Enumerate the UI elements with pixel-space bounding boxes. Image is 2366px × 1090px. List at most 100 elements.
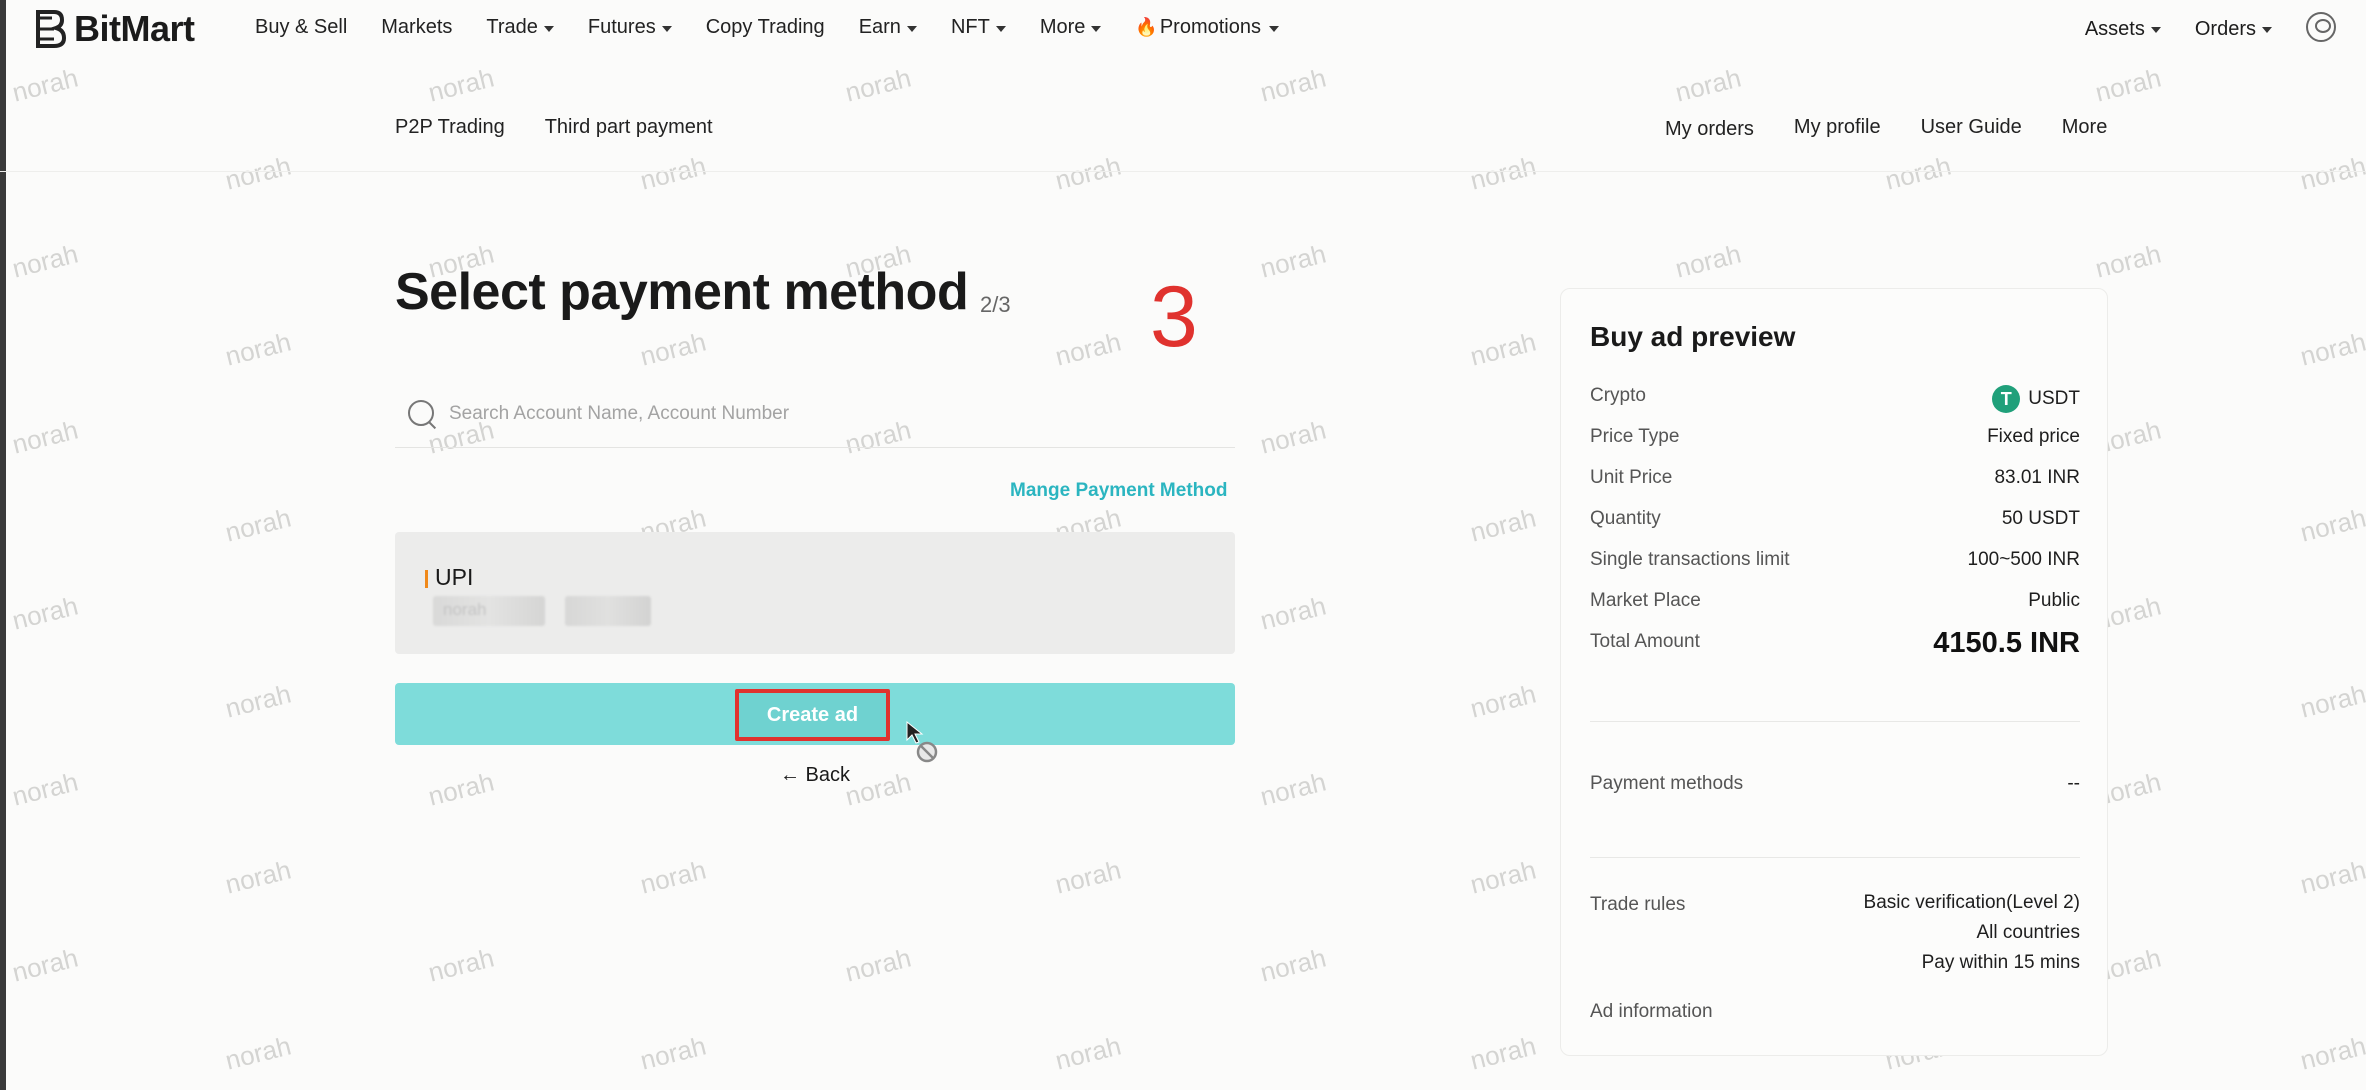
caret-down-icon: [543, 25, 554, 32]
watermark-text: norah: [2297, 326, 2366, 372]
nav-label: Trade: [486, 16, 538, 38]
watermark-text: norah: [1052, 326, 1125, 372]
nav-label: NFT: [950, 16, 990, 38]
nav-label: Buy & Sell: [255, 16, 348, 38]
nav-copy-trading[interactable]: Copy Trading: [706, 16, 825, 39]
user-avatar-icon[interactable]: [2306, 12, 2336, 42]
nav-orders[interactable]: Orders: [2195, 18, 2272, 41]
watermark-text: norah: [1257, 766, 1330, 812]
row-label: Ad information: [1590, 1001, 1713, 1022]
create-ad-bar[interactable]: Create ad: [395, 683, 1235, 745]
nav-label: Earn: [858, 16, 901, 38]
caret-down-icon: [1268, 25, 1279, 32]
nav-assets[interactable]: Assets: [2085, 18, 2161, 41]
nav-earn[interactable]: Earn: [859, 16, 917, 39]
search-icon: [405, 397, 439, 431]
watermark-text: norah: [637, 326, 710, 372]
nav-label: Futures: [587, 16, 656, 38]
row-value: Fixed price: [1987, 426, 2080, 447]
nav-label: Orders: [2194, 17, 2256, 40]
annotation-number: 3: [1150, 269, 1198, 365]
watermark-text: norah: [9, 238, 82, 284]
row-value: --: [2067, 773, 2080, 794]
page-title: Select payment method: [395, 263, 969, 321]
flame-icon: 🔥: [1135, 17, 1158, 37]
trade-rule-line: Pay within 15 mins: [1921, 952, 2080, 973]
tab-p2p-trading[interactable]: P2P Trading: [395, 116, 505, 139]
watermark-text: norah: [637, 1030, 710, 1076]
watermark-text: norah: [1257, 590, 1330, 636]
nav-label: Promotions: [1159, 16, 1261, 38]
watermark-text: norah: [1467, 326, 1540, 372]
row-label: Price Type: [1590, 426, 1680, 447]
caret-down-icon: [995, 25, 1006, 32]
payment-method-card[interactable]: UPI norah: [395, 532, 1235, 654]
selected-indicator: [425, 570, 428, 588]
back-link[interactable]: ← Back: [780, 764, 850, 787]
blurred-account-number: [565, 596, 651, 626]
nav-promotions[interactable]: 🔥 Promotions: [1135, 16, 1279, 39]
watermark-text: norah: [2092, 238, 2165, 284]
nav-more[interactable]: More: [1040, 16, 1102, 39]
manage-payment-method-link[interactable]: Mange Payment Method: [1010, 480, 1227, 502]
preview-row-ad-information: Ad information: [1590, 1001, 2080, 1023]
watermark-text: norah: [1467, 502, 1540, 548]
caret-down-icon: [1091, 25, 1102, 32]
link-my-orders[interactable]: My orders: [1665, 118, 1754, 141]
preview-row-total: Total Amount 4150.5 INR: [1590, 627, 2080, 660]
watermark-text: norah: [222, 326, 295, 372]
link-my-profile[interactable]: My profile: [1794, 116, 1881, 141]
link-more[interactable]: More: [2062, 116, 2108, 141]
nav-label: Markets: [381, 16, 453, 38]
subnav-left: P2P Trading Third part payment: [395, 116, 713, 139]
row-label: Single transactions limit: [1590, 549, 1790, 570]
row-label: Quantity: [1590, 508, 1661, 529]
watermark-text: norah: [1672, 238, 1745, 284]
caret-down-icon: [2150, 27, 2161, 33]
nav-buy-sell[interactable]: Buy & Sell: [255, 16, 347, 39]
watermark-text: norah: [9, 766, 82, 812]
preview-row-market: Market Place Public: [1590, 590, 2080, 612]
watermark-text: norah: [637, 854, 710, 900]
row-value: 83.01 INR: [1994, 467, 2080, 488]
nav-label: Assets: [2084, 17, 2145, 40]
row-label: Payment methods: [1590, 773, 1744, 794]
preview-row-payment-methods: Payment methods --: [1590, 773, 2080, 795]
watermark-text: norah: [1467, 854, 1540, 900]
watermark-text: norah: [222, 1030, 295, 1076]
watermark-text: norah: [222, 678, 295, 724]
caret-down-icon: [2262, 27, 2272, 33]
caret-down-icon: [661, 25, 672, 32]
divider: [1590, 857, 2080, 858]
account-menu: Assets Orders: [2085, 12, 2336, 42]
watermark-text: norah: [425, 942, 498, 988]
total-amount-value: 4150.5 INR: [1933, 627, 2080, 659]
watermark-text: norah: [1467, 1030, 1540, 1076]
watermark-text: norah: [425, 766, 498, 812]
tab-third-part-payment[interactable]: Third part payment: [545, 116, 713, 139]
watermark-text: norah: [2297, 1030, 2366, 1076]
search-input[interactable]: [449, 402, 1209, 425]
subnav-right: My orders My profile User Guide More: [1665, 116, 2107, 141]
row-label: Market Place: [1590, 590, 1701, 611]
top-navigation: BitMart Buy & Sell Markets Trade Futures…: [0, 0, 2366, 60]
watermark-text: norah: [9, 590, 82, 636]
row-label: Unit Price: [1590, 467, 1673, 488]
watermark-text: norah: [842, 766, 915, 812]
watermark-text: norah: [9, 414, 82, 460]
nav-futures[interactable]: Futures: [588, 16, 672, 39]
row-label: Crypto: [1590, 385, 1646, 406]
nav-nft[interactable]: NFT: [951, 16, 1006, 39]
preview-row-quantity: Quantity 50 USDT: [1590, 508, 2080, 530]
link-user-guide[interactable]: User Guide: [1921, 116, 2022, 141]
nav-label: Copy Trading: [705, 16, 825, 38]
nav-markets[interactable]: Markets: [381, 16, 452, 39]
trade-rules-list: Basic verification(Level 2) All countrie…: [1864, 892, 2080, 978]
row-value: T USDT: [1992, 385, 2080, 413]
p2p-subnav: P2P Trading Third part payment My orders…: [0, 88, 2366, 172]
brand-logo[interactable]: BitMart: [32, 8, 195, 50]
divider: [1590, 721, 2080, 722]
nav-trade[interactable]: Trade: [486, 16, 554, 39]
blurred-account-name: norah: [433, 596, 545, 626]
create-ad-button[interactable]: Create ad: [735, 689, 890, 741]
